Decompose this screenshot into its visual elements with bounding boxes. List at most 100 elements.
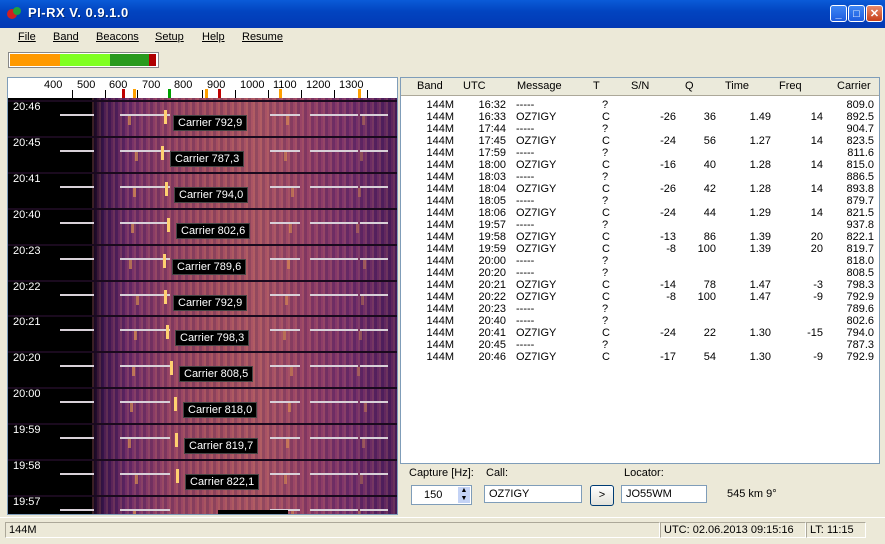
waterfall-marker-line xyxy=(310,149,358,152)
menu-help[interactable]: Help xyxy=(202,31,225,43)
cell-carrier: 893.8 xyxy=(846,183,874,195)
waterfall-signal-trace xyxy=(285,295,288,305)
menu-resume[interactable]: Resume xyxy=(242,31,283,43)
lookup-button[interactable]: > xyxy=(590,485,614,506)
waterfall-marker-line xyxy=(120,508,170,511)
carrier-label: Carrier 787,3 xyxy=(170,150,245,167)
cell-band: 144M xyxy=(426,243,454,255)
waterfall-row-divider xyxy=(8,100,397,102)
waterfall-marker-line xyxy=(310,221,358,224)
waterfall-marker-line xyxy=(360,473,388,475)
waterfall-time-label: 20:41 xyxy=(13,172,41,185)
table-row[interactable]: 144M 18:04 OZ7IGY C -26 42 1.28 14 893.8 xyxy=(401,183,879,195)
ruler-tick-label: 1200 xyxy=(306,79,331,91)
table-row[interactable]: 144M 20:41 OZ7IGY C -24 22 1.30 -15 794.0 xyxy=(401,327,879,339)
cell-time: 1.39 xyxy=(749,231,771,243)
table-row[interactable]: 144M 20:20 -----? 808.5 xyxy=(401,267,879,279)
col-carrier[interactable]: Carrier xyxy=(837,80,871,92)
waterfall-signal-trace xyxy=(289,223,292,233)
cell-type: ? xyxy=(602,267,609,279)
col-q[interactable]: Q xyxy=(685,80,694,92)
col-message[interactable]: Message xyxy=(517,80,562,92)
table-row[interactable]: 144M 18:00 OZ7IGY C -16 40 1.28 14 815.0 xyxy=(401,159,879,171)
table-row[interactable]: 144M 17:44 -----? 904.7 xyxy=(401,123,879,135)
spin-down-icon[interactable]: ▼ xyxy=(458,495,470,503)
table-row[interactable]: 144M 19:57 -----? 937.8 xyxy=(401,219,879,231)
waterfall-display: 20:46 Carrier 792,9 20:45 Carrier 787,3 20:4… xyxy=(8,98,397,514)
table-row[interactable]: 144M 19:58 OZ7IGY C -13 86 1.39 20 822.1 xyxy=(401,231,879,243)
table-row[interactable]: 144M 16:33 OZ7IGY C -26 36 1.49 14 892.5 xyxy=(401,111,879,123)
table-row[interactable]: 144M 20:22 OZ7IGY C -8 100 1.47 -9 792.9 xyxy=(401,291,879,303)
cell-q: 78 xyxy=(703,279,716,291)
menu-file[interactable]: File xyxy=(18,31,36,43)
table-row[interactable]: 144M 20:40 -----? 802.6 xyxy=(401,315,879,327)
cell-time: 1.49 xyxy=(749,111,771,123)
spin-up-icon[interactable]: ▲ xyxy=(458,487,470,495)
table-row[interactable]: 144M 18:05 -----? 879.7 xyxy=(401,195,879,207)
cell-freq: 14 xyxy=(810,207,823,219)
ruler-tick-mark xyxy=(105,90,106,98)
table-row[interactable]: 144M 20:46 OZ7IGY C -17 54 1.30 -9 792.9 xyxy=(401,351,879,363)
cell-q: 100 xyxy=(697,291,716,303)
table-row[interactable]: 144M 18:03 -----? 886.5 xyxy=(401,171,879,183)
col-band[interactable]: Band xyxy=(417,80,443,92)
capture-spinbox[interactable]: 150 ▲ ▼ xyxy=(411,485,472,505)
waterfall-marker-line xyxy=(60,329,94,332)
col-utc[interactable]: UTC xyxy=(463,80,486,92)
cell-type: C xyxy=(602,291,610,303)
table-header: Band UTC Message T S/N Q Time Freq Carri… xyxy=(401,78,879,96)
table-row[interactable]: 144M 18:06 OZ7IGY C -24 44 1.29 14 821.5 xyxy=(401,207,879,219)
cell-type: ? xyxy=(602,171,609,183)
waterfall-row-divider xyxy=(8,494,397,497)
cell-time: 1.47 xyxy=(749,279,771,291)
capture-label: Capture [Hz]: xyxy=(409,467,474,479)
waterfall-signal-trace xyxy=(135,475,138,484)
cell-type: C xyxy=(602,279,610,291)
cell-sn: -24 xyxy=(660,327,676,339)
col-sn[interactable]: S/N xyxy=(631,80,649,92)
waterfall-marker-line xyxy=(360,149,388,152)
cell-message: OZ7IGY xyxy=(516,207,557,219)
waterfall-marker-line xyxy=(60,365,94,368)
table-row[interactable]: 144M 20:45 -----? 787.3 xyxy=(401,339,879,351)
table-row[interactable]: 144M 16:32 -----? 809.0 xyxy=(401,99,879,111)
table-row[interactable]: 144M 20:21 OZ7IGY C -14 78 1.47 -3 798.3 xyxy=(401,279,879,291)
menu-band[interactable]: Band xyxy=(53,31,79,43)
table-row[interactable]: 144M 19:59 OZ7IGY C -8 100 1.39 20 819.7 xyxy=(401,243,879,255)
table-row[interactable]: 144M 20:00 -----? 818.0 xyxy=(401,255,879,267)
waterfall-signal-trace xyxy=(128,439,131,449)
col-t[interactable]: T xyxy=(593,80,600,92)
waterfall-marker-line xyxy=(310,437,358,440)
waterfall-row-divider xyxy=(8,459,397,461)
maximize-button[interactable]: □ xyxy=(848,5,865,22)
call-input[interactable]: OZ7IGY xyxy=(484,485,582,503)
cell-carrier: 821.5 xyxy=(846,207,874,219)
minimize-button[interactable]: _ xyxy=(830,5,847,22)
cell-sn: -26 xyxy=(660,183,676,195)
cell-freq: -3 xyxy=(813,279,823,291)
table-row[interactable]: 144M 17:59 -----? 811.6 xyxy=(401,147,879,159)
waterfall-signal-trace xyxy=(363,259,366,269)
menu-setup[interactable]: Setup xyxy=(155,31,184,43)
menu-beacons[interactable]: Beacons xyxy=(96,31,139,43)
carrier-trace xyxy=(164,110,167,124)
cell-message: OZ7IGY xyxy=(516,351,557,363)
cell-utc: 20:40 xyxy=(478,315,506,327)
col-time[interactable]: Time xyxy=(725,80,749,92)
cell-sn: -8 xyxy=(666,243,676,255)
table-row[interactable]: 144M 17:45 OZ7IGY C -24 56 1.27 14 823.5 xyxy=(401,135,879,147)
cell-time: 1.39 xyxy=(749,243,771,255)
col-freq[interactable]: Freq xyxy=(779,80,802,92)
cell-carrier: 792.9 xyxy=(846,291,874,303)
table-row[interactable]: 144M 20:23 -----? 789.6 xyxy=(401,303,879,315)
ruler-tick-label: 500 xyxy=(77,79,96,91)
cell-freq: 14 xyxy=(810,135,823,147)
locator-input[interactable]: JO55WM xyxy=(621,485,707,503)
cell-utc: 17:45 xyxy=(478,135,506,147)
decode-table: Band UTC Message T S/N Q Time Freq Carri… xyxy=(400,77,880,464)
cell-band: 144M xyxy=(426,135,454,147)
cell-utc: 18:04 xyxy=(478,183,506,195)
cell-message: ----- xyxy=(516,303,535,315)
close-button[interactable]: ✕ xyxy=(866,5,883,22)
status-band: 144M xyxy=(5,522,660,538)
